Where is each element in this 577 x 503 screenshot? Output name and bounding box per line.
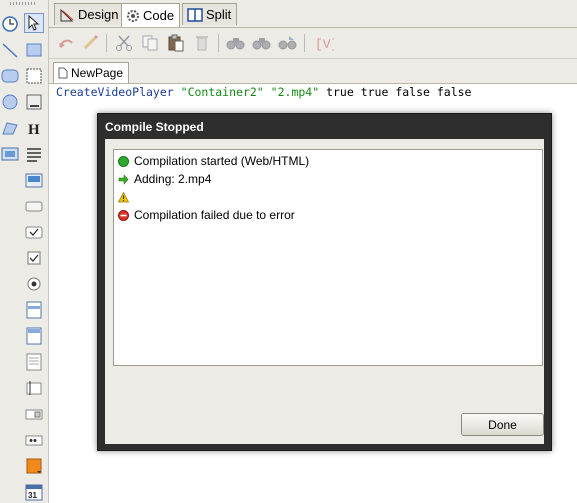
password-tool-icon[interactable]	[24, 430, 44, 450]
picture-box-tool-icon[interactable]	[24, 170, 44, 190]
error-icon	[118, 209, 129, 221]
redo-icon[interactable]	[79, 32, 101, 54]
dialog-body: Compilation started (Web/HTML) Adding: 2…	[105, 139, 544, 444]
document-tab[interactable]: NewPage	[53, 62, 130, 83]
container-tool-icon[interactable]	[24, 66, 44, 86]
code-line-1[interactable]: CreateVideoPlayer "Container2" "2.mp4" t…	[56, 85, 471, 99]
validate-icon[interactable]: [V]	[313, 32, 335, 54]
green-arrow-icon	[118, 173, 129, 185]
code-arg-flags: true true false false	[326, 85, 472, 99]
find-icon[interactable]	[225, 32, 247, 54]
log-text: Compilation started (Web/HTML)	[134, 154, 310, 168]
image-frame-tool-icon[interactable]	[24, 92, 44, 112]
text-input-tool-icon[interactable]	[24, 378, 44, 398]
file-upload-tool-icon[interactable]	[24, 404, 44, 424]
editor-toolbar: [V]	[49, 28, 577, 59]
page-icon	[58, 67, 68, 79]
button-tool-icon[interactable]	[24, 196, 44, 216]
replace-icon[interactable]	[277, 32, 299, 54]
svg-text:H: H	[28, 122, 40, 137]
log-text: Compilation failed due to error	[134, 208, 295, 222]
dialog-title: Compile Stopped	[105, 120, 204, 134]
compile-stopped-dialog: Compile Stopped Compilation started (Web…	[97, 113, 552, 451]
split-icon	[187, 7, 203, 22]
rectangle-tool-icon[interactable]	[24, 40, 44, 60]
tab-code-label: Code	[143, 8, 175, 23]
code-arg-container: "Container2"	[180, 85, 264, 99]
cut-icon[interactable]	[113, 32, 135, 54]
compile-log[interactable]: Compilation started (Web/HTML) Adding: 2…	[113, 149, 543, 366]
log-row: Compilation started (Web/HTML)	[118, 153, 309, 169]
view-tab-bar: Design Code Split	[49, 0, 577, 28]
tab-split-label: Split	[206, 7, 232, 22]
dropdown-tool-icon[interactable]	[24, 326, 44, 346]
check-item-tool-icon[interactable]	[24, 248, 44, 268]
delete-icon[interactable]	[191, 32, 213, 54]
textarea-tool-icon[interactable]	[24, 352, 44, 372]
document-tab-label: NewPage	[71, 66, 124, 80]
tab-design[interactable]: Design	[54, 3, 125, 25]
color-picker-tool-icon[interactable]	[24, 456, 44, 476]
code-icon	[127, 9, 139, 22]
tab-split[interactable]: Split	[182, 3, 238, 25]
line-tool-icon[interactable]	[0, 40, 20, 60]
log-row	[118, 189, 134, 205]
svg-text:31: 31	[28, 491, 37, 500]
copy-icon[interactable]	[139, 32, 161, 54]
green-dot-icon	[118, 155, 129, 167]
document-tab-bar: NewPage	[49, 59, 577, 84]
design-icon	[60, 8, 74, 21]
calendar-tool-icon[interactable]: 31	[24, 482, 44, 502]
tab-code[interactable]: Code	[121, 3, 181, 27]
ellipse-tool-icon[interactable]	[0, 92, 20, 112]
undo-icon[interactable]	[55, 32, 77, 54]
tool-palette: H 31	[0, 0, 49, 503]
listbox-tool-icon[interactable]	[24, 300, 44, 320]
find-next-icon[interactable]	[251, 32, 273, 54]
heading-tool-icon[interactable]: H	[24, 118, 44, 138]
image-tool-icon[interactable]	[0, 144, 20, 164]
log-row: Adding: 2.mp4	[118, 171, 211, 187]
paste-icon[interactable]	[165, 32, 187, 54]
radio-tool-icon[interactable]	[24, 274, 44, 294]
code-function: CreateVideoPlayer	[56, 85, 174, 99]
checkbox-tool-icon[interactable]	[24, 222, 44, 242]
timer-tool-icon[interactable]	[0, 14, 20, 34]
pointer-tool-icon[interactable]	[24, 13, 44, 33]
text-block-tool-icon[interactable]	[24, 144, 44, 164]
svg-text:[V]: [V]	[315, 37, 334, 52]
rounded-rect-tool-icon[interactable]	[0, 66, 20, 86]
log-text: Adding: 2.mp4	[134, 172, 212, 186]
log-row: Compilation failed due to error	[118, 207, 295, 223]
done-button[interactable]: Done	[461, 413, 544, 436]
palette-grip[interactable]	[10, 2, 36, 5]
polygon-tool-icon[interactable]	[0, 118, 20, 138]
tab-design-label: Design	[78, 7, 119, 22]
warning-icon	[118, 191, 129, 202]
code-arg-file: "2.mp4"	[270, 85, 320, 99]
